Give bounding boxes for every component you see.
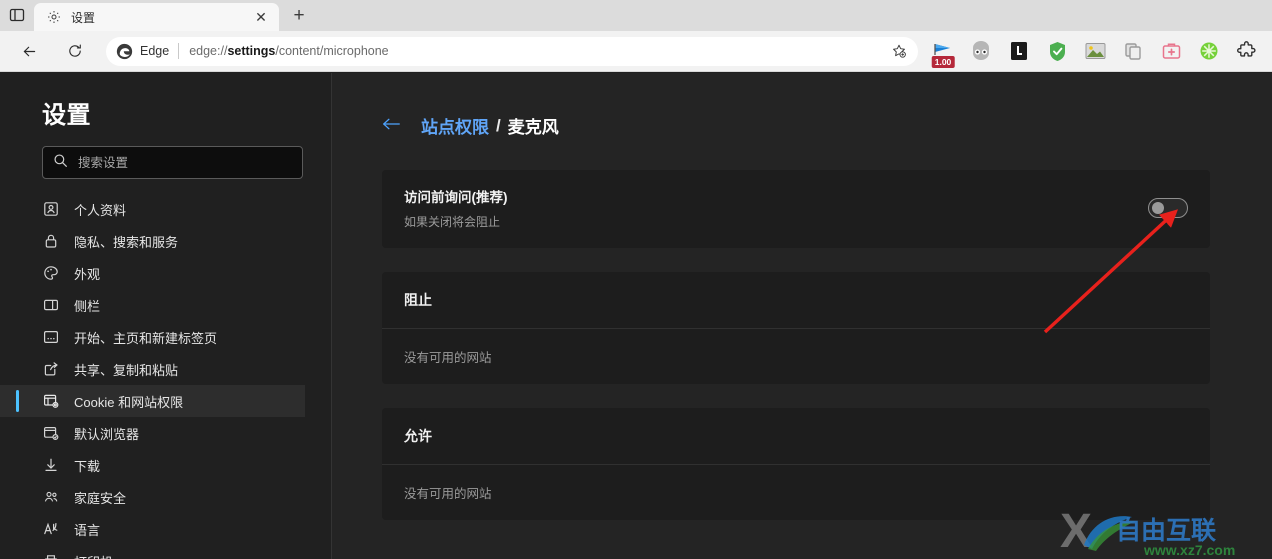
reload-button[interactable]: [60, 36, 90, 66]
tab-title: 设置: [71, 10, 96, 25]
shield-adblock-icon[interactable]: [1041, 35, 1073, 67]
sidebar-item-label: 下载: [74, 458, 101, 474]
url-host: settings: [227, 44, 276, 58]
sidebar-item-label: 侧栏: [74, 298, 101, 314]
new-tab-button[interactable]: +: [285, 2, 313, 30]
sidebar-item-label: 默认浏览器: [74, 426, 140, 442]
sidebar-item-label: 共享、复制和粘贴: [74, 362, 179, 378]
lastpass-extension-icon[interactable]: [1003, 35, 1035, 67]
palette-icon: [42, 264, 60, 282]
ask-before-access-toggle[interactable]: [1148, 198, 1188, 218]
close-icon[interactable]: ✕: [251, 7, 271, 27]
breadcrumb-separator: /: [496, 115, 501, 135]
tab-settings[interactable]: 设置 ✕: [34, 3, 279, 31]
sidebar-icon: [42, 296, 60, 314]
sidebar-item-cookies-permissions[interactable]: Cookie 和网站权限: [0, 385, 305, 417]
back-arrow-icon[interactable]: [382, 117, 401, 134]
settings-sidebar: 设置 个人资料: [0, 73, 332, 559]
family-safety-icon: [42, 488, 60, 506]
watermark-brand: 自由互联: [1116, 516, 1216, 545]
sidebar-item-appearance[interactable]: 外观: [0, 257, 305, 289]
sidebar-item-family-safety[interactable]: 家庭安全: [0, 481, 305, 513]
sidebar-item-printers[interactable]: 打印机: [0, 545, 305, 559]
language-icon: [42, 520, 60, 538]
panda-extension-icon[interactable]: [965, 35, 997, 67]
home-page-icon: [42, 328, 60, 346]
copy-extension-icon[interactable]: [1117, 35, 1149, 67]
default-browser-icon: [42, 424, 60, 442]
sidebar-item-label: 开始、主页和新建标签页: [74, 330, 218, 346]
sidebar-item-default-browser[interactable]: 默认浏览器: [0, 417, 305, 449]
allowed-sites-card: 允许 没有可用的网站: [382, 408, 1210, 520]
sidebar-item-label: Cookie 和网站权限: [74, 394, 184, 410]
extension-badge: 1.00: [931, 55, 955, 68]
cookie-permissions-icon: [42, 392, 60, 410]
puzzle-extensions-icon[interactable]: [1231, 35, 1263, 67]
sidebar-item-label: 隐私、搜索和服务: [74, 234, 179, 250]
tab-strip: 设置 ✕ +: [0, 0, 1272, 31]
search-input[interactable]: [78, 155, 292, 170]
watermark-url: www.xz7.com: [1143, 542, 1235, 558]
back-button[interactable]: [14, 36, 44, 66]
ask-before-access-row: 访问前询问(推荐) 如果关闭将会阻止: [382, 170, 1210, 248]
watermark: X 自由互联 www.xz7.com: [1058, 505, 1270, 559]
sidebar-item-startup[interactable]: 开始、主页和新建标签页: [0, 321, 305, 353]
page-title: 设置: [42, 102, 91, 129]
ask-before-access-title: 访问前询问(推荐): [404, 190, 508, 205]
download-icon: [42, 456, 60, 474]
search-settings-box[interactable]: [42, 146, 303, 179]
breadcrumb: 站点权限 / 麦克风: [382, 113, 1210, 138]
ask-before-access-subtitle: 如果关闭将会阻止: [404, 215, 501, 229]
sidebar-item-sidebar[interactable]: 侧栏: [0, 289, 305, 321]
edge-logo-icon: [116, 43, 133, 60]
tab-actions-icon[interactable]: [4, 2, 30, 28]
breadcrumb-current: 麦克风: [507, 118, 559, 137]
allowed-section-heading: 允许: [382, 408, 1210, 465]
sidebar-item-languages[interactable]: 语言: [0, 513, 305, 545]
printer-icon: [42, 552, 60, 559]
settings-content: 站点权限 / 麦克风 访问前询问(推荐) 如果关闭将会阻止 阻止 没有可用的网站…: [332, 73, 1272, 559]
sidebar-item-label: 家庭安全: [74, 490, 127, 506]
sidebar-item-label: 语言: [74, 522, 101, 538]
url-prefix: edge://: [189, 44, 228, 58]
green-circle-extension-icon[interactable]: [1193, 35, 1225, 67]
sidebar-item-label: 个人资料: [74, 202, 127, 218]
address-bar[interactable]: Edge edge://settings/content/microphone: [106, 36, 918, 66]
browser-window: 设置 ✕ + Edge edge://settings/content/micr…: [0, 0, 1272, 559]
url-path: /content/microphone: [275, 44, 389, 58]
profile-icon: [42, 200, 60, 218]
breadcrumb-parent-link[interactable]: 站点权限: [421, 113, 489, 138]
omnibox-brand-label: Edge: [140, 44, 170, 58]
gear-icon: [46, 9, 62, 25]
add-favorite-star-icon[interactable]: [886, 38, 912, 64]
sidebar-item-profile[interactable]: 个人资料: [0, 193, 305, 225]
watermark-logo-letter: X: [1060, 505, 1092, 558]
extensions-tray: 1.00: [918, 35, 1266, 68]
medkit-extension-icon[interactable]: [1155, 35, 1187, 67]
sidebar-item-label: 打印机: [74, 552, 113, 559]
image-extension-icon[interactable]: [1079, 35, 1111, 67]
lock-icon: [42, 232, 60, 250]
blocked-section-heading: 阻止: [382, 272, 1210, 329]
sidebar-item-label: 外观: [74, 266, 101, 282]
ask-before-access-card: 访问前询问(推荐) 如果关闭将会阻止: [382, 170, 1210, 248]
flag-extension-icon[interactable]: 1.00: [927, 35, 959, 68]
search-icon: [53, 153, 68, 173]
sidebar-item-privacy[interactable]: 隐私、搜索和服务: [0, 225, 305, 257]
browser-toolbar: Edge edge://settings/content/microphone …: [0, 31, 1272, 72]
url-text: edge://settings/content/microphone: [189, 44, 886, 58]
sidebar-nav-list: 个人资料 隐私、搜索和服务 外观 侧栏 开始、主页和新建标签页 共享、复制和粘贴…: [0, 193, 331, 559]
sidebar-item-share[interactable]: 共享、复制和粘贴: [0, 353, 305, 385]
blocked-sites-card: 阻止 没有可用的网站: [382, 272, 1210, 384]
omnibox-separator: [178, 43, 180, 59]
blocked-empty-text: 没有可用的网站: [404, 351, 492, 365]
settings-page: 设置 个人资料: [0, 73, 1272, 559]
toggle-knob: [1152, 202, 1164, 214]
ask-before-access-texts: 访问前询问(推荐) 如果关闭将会阻止: [404, 186, 1148, 230]
sidebar-item-downloads[interactable]: 下载: [0, 449, 305, 481]
share-icon: [42, 360, 60, 378]
